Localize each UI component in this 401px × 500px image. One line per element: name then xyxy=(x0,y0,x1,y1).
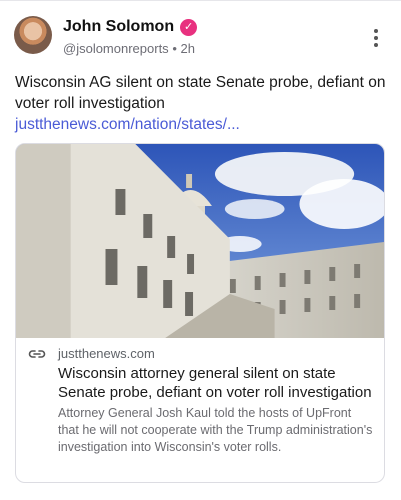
post-time[interactable]: 2h xyxy=(181,41,195,56)
post-link[interactable]: justthenews.com/nation/states/... xyxy=(15,116,240,133)
author-row: John Solomon ✓ xyxy=(63,18,198,36)
author-name[interactable]: John Solomon xyxy=(63,18,174,36)
card-title[interactable]: Wisconsin attorney general silent on sta… xyxy=(58,364,374,402)
card-domain: justthenews.com xyxy=(58,346,155,361)
link-icon xyxy=(28,350,46,358)
card-description: Attorney General Josh Kaul told the host… xyxy=(58,406,373,454)
post-body: Wisconsin AG silent on state Senate prob… xyxy=(15,74,386,112)
more-vertical-icon[interactable] xyxy=(373,29,379,51)
card-image xyxy=(16,144,384,338)
post: John Solomon ✓ @jsolomonreports • 2h Wis… xyxy=(0,0,401,500)
post-text: Wisconsin AG silent on state Senate prob… xyxy=(15,72,387,135)
author-handle[interactable]: @jsolomonreports xyxy=(63,41,169,56)
meta-separator: • xyxy=(172,41,177,56)
card-body: justthenews.com Wisconsin attorney gener… xyxy=(16,338,384,456)
author-meta: @jsolomonreports • 2h xyxy=(63,41,195,56)
link-preview-card[interactable]: justthenews.com Wisconsin attorney gener… xyxy=(15,143,385,483)
avatar[interactable] xyxy=(14,16,52,54)
verified-badge-icon: ✓ xyxy=(180,18,198,36)
